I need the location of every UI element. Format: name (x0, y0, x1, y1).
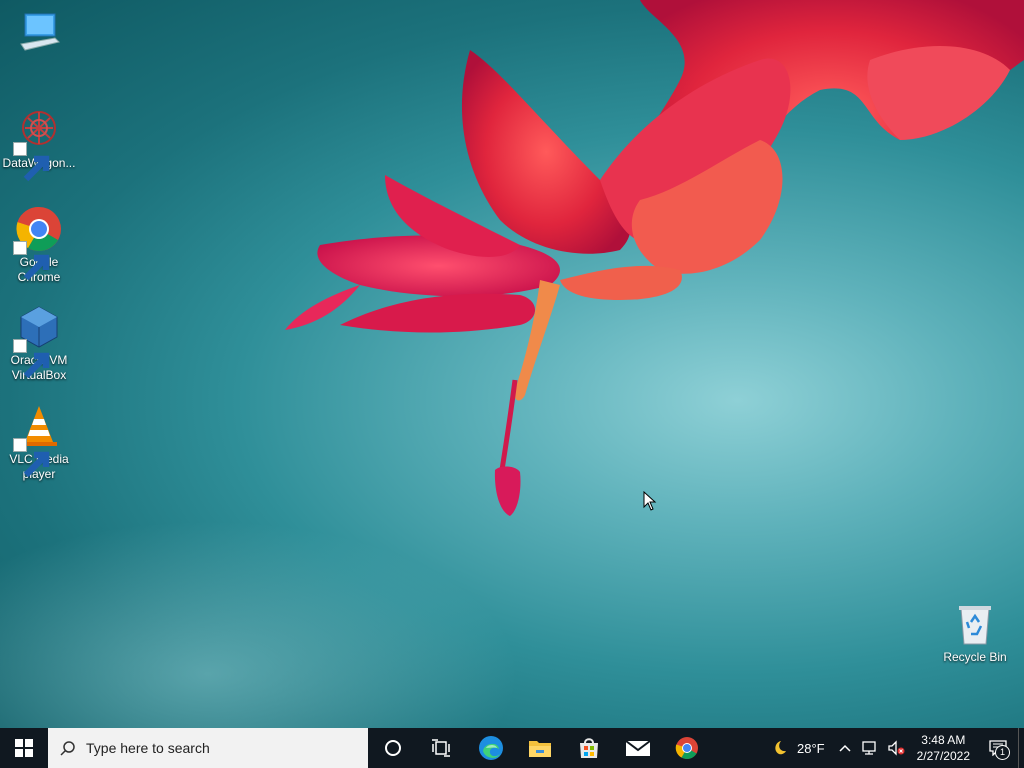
search-placeholder: Type here to search (86, 740, 210, 756)
taskbar-mail[interactable] (613, 728, 662, 768)
windows-logo-icon (15, 739, 33, 757)
taskbar-chrome[interactable] (662, 728, 711, 768)
weather-widget[interactable]: 28°F (761, 728, 833, 768)
taskbar: Type here to search 28°F 3:48 AM 2/27/20… (0, 728, 1024, 768)
chrome-icon (13, 205, 63, 281)
chrome-icon (675, 737, 698, 759)
show-hidden-icons-button[interactable] (833, 728, 857, 768)
wallpaper-flower (285, 0, 1024, 516)
shortcut-arrow-icon (13, 241, 50, 281)
mouse-cursor-icon (643, 491, 657, 511)
desktop-icon-recycle-bin[interactable]: Recycle Bin (936, 600, 1014, 665)
clock-date: 2/27/2022 (916, 749, 970, 763)
mail-icon (624, 740, 651, 756)
computer-icon (15, 8, 63, 56)
taskbar-search-box[interactable]: Type here to search (48, 728, 368, 768)
file-explorer-icon (528, 741, 551, 757)
vlc-icon (13, 402, 63, 478)
desktop-icon-this-pc[interactable] (0, 8, 78, 58)
taskbar-edge[interactable] (466, 728, 515, 768)
show-desktop-button[interactable] (1018, 728, 1024, 768)
edge-icon (478, 736, 503, 760)
datawagon-icon (13, 106, 63, 182)
chevron-up-icon (839, 744, 851, 752)
taskbar-clock[interactable]: 3:48 AM 2/27/2022 (909, 732, 978, 764)
desktop-icon-label: Recycle Bin (943, 650, 1007, 664)
start-button[interactable] (0, 728, 48, 768)
task-view-button[interactable] (417, 728, 466, 768)
virtualbox-icon (13, 303, 63, 379)
system-tray: 28°F 3:48 AM 2/27/2022 1 (761, 728, 1024, 768)
store-icon (579, 738, 598, 758)
volume-muted-icon (887, 740, 905, 756)
desktop[interactable]: DataWagon... Google Chrome Oracle VM Vir… (0, 0, 1024, 728)
notification-count-badge: 1 (995, 745, 1010, 760)
taskbar-file-explorer[interactable] (515, 728, 564, 768)
network-icon (861, 741, 876, 755)
clock-time: 3:48 AM (921, 733, 966, 747)
desktop-icon-vlc[interactable]: VLC media player (0, 402, 78, 482)
shortcut-arrow-icon (13, 438, 50, 478)
cortana-icon (384, 740, 401, 756)
shortcut-arrow-icon (13, 142, 50, 182)
desktop-icon-datawagon[interactable]: DataWagon... (0, 106, 78, 182)
taskbar-store[interactable] (564, 728, 613, 768)
desktop-icon-virtualbox[interactable]: Oracle VM VirtualBox (0, 303, 78, 383)
search-icon (60, 741, 75, 756)
volume-button[interactable] (883, 728, 909, 768)
task-view-icon (431, 739, 450, 757)
desktop-icon-google-chrome[interactable]: Google Chrome (0, 205, 78, 285)
weather-temp: 28°F (797, 740, 825, 756)
network-button[interactable] (857, 728, 883, 768)
cortana-button[interactable] (368, 728, 417, 768)
recycle-bin-icon (951, 600, 999, 648)
action-center-button[interactable]: 1 (978, 728, 1018, 768)
moon-icon (775, 741, 786, 755)
shortcut-arrow-icon (13, 339, 50, 379)
